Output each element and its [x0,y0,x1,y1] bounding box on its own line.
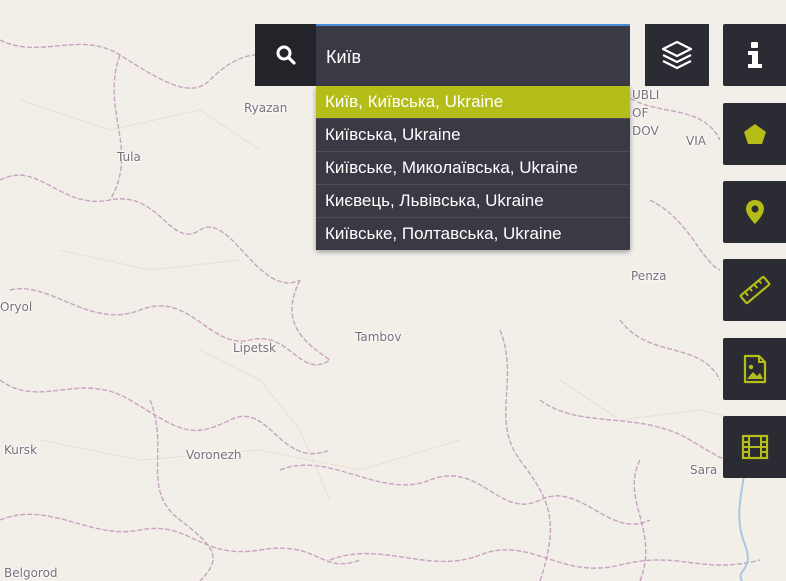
suggestion-item[interactable]: Київське, Миколаївська, Ukraine [316,152,630,185]
info-icon [747,42,762,68]
polygon-icon [743,124,766,144]
map-label-voronezh: Voronezh [186,448,242,462]
map-label-lipetsk: Lipetsk [233,341,276,355]
map-label-tula: Tula [117,150,141,164]
search-button[interactable] [255,24,317,86]
search-input[interactable] [324,38,618,76]
ruler-icon [739,275,770,305]
suggestion-item[interactable]: Києвець, Львівська, Ukraine [316,185,630,218]
layers-button[interactable] [645,24,709,86]
map-label-sara: Sara [690,463,718,477]
add-marker-button[interactable] [723,181,786,243]
map-label-belgorod: Belgorod [4,566,58,580]
export-video-button[interactable] [723,416,786,478]
map-label-ryazan: Ryazan [244,101,288,115]
map-label-moldova-2: OF [632,106,649,120]
suggestion-item[interactable]: Київське, Полтавська, Ukraine [316,218,630,250]
search-icon [276,45,296,65]
info-button[interactable] [723,24,786,86]
map-label-moldova-3: DOV [632,124,659,138]
draw-polygon-button[interactable] [723,103,786,165]
suggestion-item[interactable]: Київська, Ukraine [316,119,630,152]
film-icon [741,434,768,460]
map-label-moldova-1: UBLI [632,88,660,102]
measure-button[interactable] [723,259,786,321]
export-image-button[interactable] [723,338,786,400]
marker-icon [745,200,764,224]
map-label-moldova-4: VIA [686,134,706,148]
suggestion-item[interactable]: Київ, Київська, Ukraine [316,86,630,119]
map-label-penza: Penza [631,269,667,283]
suggestion-list: Київ, Київська, Ukraine Київська, Ukrain… [316,86,630,250]
image-export-icon [743,354,766,384]
layers-icon [661,40,693,70]
map-label-oryol: Oryol [0,300,33,314]
map-label-tambov: Tambov [355,330,402,344]
map-label-kursk: Kursk [4,443,38,457]
search-box [316,24,630,86]
